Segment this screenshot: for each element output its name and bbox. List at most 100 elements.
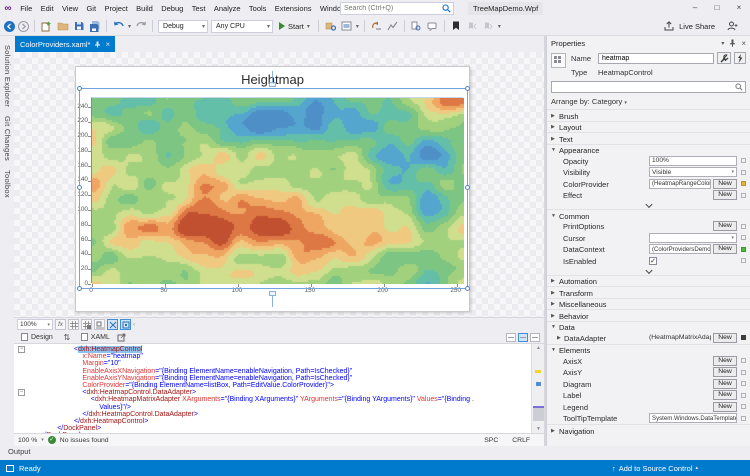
properties-search-box[interactable]: [551, 81, 746, 93]
editor-scrollbar[interactable]: ▲ ▼: [531, 344, 544, 433]
search-input[interactable]: [341, 5, 442, 12]
menu-analyze[interactable]: Analyze: [210, 0, 245, 17]
save-icon[interactable]: [72, 20, 85, 33]
heatmap-plot-area[interactable]: [91, 97, 463, 283]
new-value-button[interactable]: New: [713, 367, 737, 377]
category-common[interactable]: ▼Common: [547, 209, 750, 221]
new-value-button[interactable]: New: [713, 221, 737, 231]
margin-anchor-top-icon[interactable]: [269, 71, 276, 87]
property-marker[interactable]: [741, 247, 746, 252]
vertical-split-icon[interactable]: [506, 333, 516, 342]
property-input[interactable]: (ColorProvidersDemoViewMo...: [649, 244, 711, 254]
new-value-button[interactable]: New: [713, 333, 737, 343]
collapse-icon[interactable]: ▼: [551, 347, 556, 353]
redo-icon[interactable]: [134, 20, 147, 33]
menu-view[interactable]: View: [58, 0, 83, 17]
undo-icon[interactable]: [112, 20, 125, 33]
heatmap-canvas[interactable]: [92, 98, 464, 284]
property-select[interactable]: Visible▾: [649, 167, 737, 177]
property-marker[interactable]: [741, 370, 746, 375]
solution-configuration-combo[interactable]: Debug▾: [158, 20, 208, 33]
category-data[interactable]: ▼Data: [547, 321, 750, 333]
performance-profiler-icon[interactable]: [386, 20, 399, 33]
collapse-pane-icon[interactable]: [530, 333, 540, 342]
resize-handle[interactable]: [465, 185, 470, 190]
save-all-icon[interactable]: [88, 20, 101, 33]
background-tasks-icon[interactable]: [6, 465, 14, 472]
scrollbar-thumb[interactable]: [533, 408, 544, 421]
tab-xaml[interactable]: XAML: [74, 331, 117, 344]
live-share-button[interactable]: Live Share: [664, 21, 746, 31]
new-value-button[interactable]: New: [713, 244, 737, 254]
scroll-up-icon[interactable]: ▲: [532, 345, 544, 351]
tab-output[interactable]: Output: [8, 447, 31, 456]
property-marker[interactable]: [741, 381, 746, 386]
document-tab-colorproviders[interactable]: ColorProviders.xaml* ×: [15, 36, 115, 52]
property-input[interactable]: 100%: [649, 156, 737, 166]
close-panel-icon[interactable]: ×: [741, 39, 746, 48]
side-tab-solution-explorer[interactable]: Solution Explorer: [3, 45, 12, 107]
menu-debug[interactable]: Debug: [157, 0, 187, 17]
new-project-icon[interactable]: [40, 20, 53, 33]
property-marker[interactable]: [741, 235, 746, 240]
property-marker[interactable]: [741, 358, 746, 363]
designer-zoom-combo[interactable]: 100%▾: [17, 319, 53, 330]
category-appearance[interactable]: ▼Appearance: [547, 144, 750, 156]
resize-handle[interactable]: [77, 185, 82, 190]
category-navigation[interactable]: ▶Navigation: [547, 424, 750, 436]
collapse-icon[interactable]: ▼: [551, 147, 556, 153]
category-transform[interactable]: ▶Transform: [547, 286, 750, 298]
window-menu-icon[interactable]: ▾: [721, 40, 724, 47]
property-marker[interactable]: [741, 335, 746, 340]
property-marker[interactable]: [741, 258, 746, 263]
navigate-forward-icon[interactable]: [18, 21, 29, 32]
swap-panes-icon[interactable]: ⇅: [60, 333, 74, 342]
expand-icon[interactable]: ▶: [557, 335, 561, 341]
solution-platform-combo[interactable]: Any CPU▾: [211, 20, 273, 33]
xaml-designer-surface[interactable]: Heightmap 240220200180160140120100806040…: [14, 52, 544, 317]
side-tab-git-changes[interactable]: Git Changes: [3, 116, 12, 161]
expand-icon[interactable]: ▶: [551, 301, 555, 307]
expand-icon[interactable]: ▶: [551, 136, 555, 142]
property-marker[interactable]: [741, 170, 746, 175]
new-value-button[interactable]: New: [713, 402, 737, 412]
property-input[interactable]: System.Windows.DataTemplate: [649, 413, 737, 423]
chevron-down-icon[interactable]: [645, 201, 652, 208]
events-button[interactable]: [734, 52, 746, 64]
add-to-source-control-button[interactable]: ↑ Add to Source Control ▴: [612, 460, 698, 476]
category-layout[interactable]: ▶Layout: [547, 121, 750, 133]
new-value-button[interactable]: New: [713, 190, 737, 200]
bookmark-icon[interactable]: [450, 20, 463, 33]
property-input[interactable]: (HeatmapRangeColorProvider): [649, 179, 711, 189]
scroll-down-icon[interactable]: ▼: [532, 426, 544, 432]
close-button[interactable]: ×: [728, 0, 750, 17]
expand-icon[interactable]: ▶: [551, 428, 555, 434]
expand-icon[interactable]: ▶: [551, 290, 555, 296]
properties-header[interactable]: Properties ▾ ×: [547, 36, 750, 50]
snap-to-snaplines-icon[interactable]: [107, 319, 118, 330]
new-value-button[interactable]: New: [713, 356, 737, 366]
chevron-down-icon[interactable]: [645, 266, 652, 273]
property-marker[interactable]: [741, 181, 746, 186]
close-tab-icon[interactable]: ×: [105, 40, 110, 49]
navigate-back-icon[interactable]: [4, 21, 15, 32]
menu-build[interactable]: Build: [132, 0, 157, 17]
issues-label[interactable]: No issues found: [60, 437, 109, 444]
margin-anchor-bottom-icon[interactable]: [269, 291, 276, 307]
element-name-input[interactable]: [598, 53, 714, 64]
resize-handle[interactable]: [77, 286, 82, 291]
chevron-down-icon[interactable]: ▾: [356, 23, 359, 30]
fold-collapse-icon[interactable]: −: [18, 389, 25, 396]
property-marker[interactable]: [741, 158, 746, 163]
live-visual-tree-icon[interactable]: [340, 20, 353, 33]
menu-git[interactable]: Git: [82, 0, 100, 17]
property-marker[interactable]: [741, 393, 746, 398]
category-text[interactable]: ▶Text: [547, 132, 750, 144]
chevron-down-icon[interactable]: ▾: [41, 437, 44, 443]
quick-search-box[interactable]: [340, 2, 454, 15]
expand-icon[interactable]: ▶: [551, 278, 555, 284]
new-value-button[interactable]: New: [713, 390, 737, 400]
line-ending-indicator[interactable]: CRLF: [512, 437, 530, 444]
start-debugging-button[interactable]: Start ▾: [276, 22, 313, 31]
editor-zoom-value[interactable]: 100 %: [18, 437, 37, 444]
